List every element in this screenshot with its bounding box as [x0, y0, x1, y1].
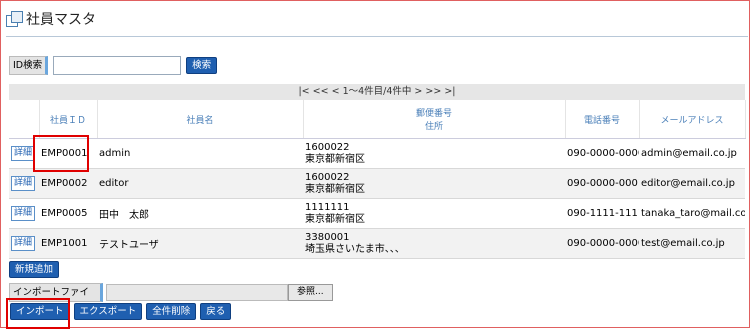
cell-zip-address: 1600022 東京都新宿区	[303, 138, 565, 169]
cell-employee-id: EMP0005	[39, 198, 97, 229]
cell-employee-id: EMP1001	[39, 228, 97, 259]
table-header-row: 社員ＩＤ 社員名 郵便番号 住所 電話番号 メールアドレス	[9, 100, 746, 139]
cell-zip-address: 3380001 埼玉県さいたま市、、、	[303, 228, 565, 259]
header-employee-name[interactable]: 社員名	[97, 100, 304, 139]
cell-email: tanaka_taro@mail.co.jp	[639, 198, 745, 229]
header-zip-address: 郵便番号 住所	[303, 100, 566, 139]
search-bar: ID検索 検索	[9, 56, 218, 75]
title-divider	[6, 36, 748, 37]
cell-email: admin@email.co.jp	[639, 138, 745, 169]
detail-button[interactable]: 詳細	[11, 176, 36, 191]
cell-zip-address: 1600022 東京都新宿区	[303, 168, 565, 199]
table-row: 詳細 EMP0002 editor 1600022 東京都新宿区 090-0000…	[9, 168, 745, 199]
detail-button[interactable]: 詳細	[11, 206, 36, 221]
header-phone[interactable]: 電話番号	[565, 100, 640, 139]
page-icon	[6, 11, 23, 27]
cell-address: 埼玉県さいたま市、、、	[305, 243, 405, 255]
pager[interactable]: |< << < 1～4件目/4件中 > >> >|	[9, 84, 745, 100]
header-employee-id[interactable]: 社員ＩＤ	[39, 100, 98, 139]
cell-employee-name: 田中 太郎	[97, 198, 303, 229]
cell-email: test@email.co.jp	[639, 228, 745, 259]
export-button[interactable]: エクスポート	[73, 303, 143, 320]
cell-employee-name: admin	[97, 138, 303, 169]
cell-email: editor@email.co.jp	[639, 168, 745, 199]
cell-employee-name: テストユーザ	[97, 228, 303, 259]
search-input[interactable]	[53, 56, 182, 75]
header-email[interactable]: メールアドレス	[639, 100, 746, 139]
new-button-wrap: 新規追加	[9, 261, 60, 278]
header-zip[interactable]: 郵便番号	[305, 106, 564, 119]
detail-button[interactable]: 詳細	[11, 236, 36, 251]
import-file-input[interactable]	[106, 284, 288, 301]
table-row: 詳細 EMP1001 テストユーザ 3380001 埼玉県さいたま市、、、 090…	[9, 228, 745, 259]
cell-zip: 1600022	[305, 141, 350, 153]
cell-address: 東京都新宿区	[305, 183, 365, 195]
page-header: 社員マスタ	[6, 8, 96, 30]
browse-button[interactable]: 参照...	[288, 284, 333, 301]
employee-table: 社員ＩＤ 社員名 郵便番号 住所 電話番号 メールアドレス 詳細 EMP0001…	[9, 100, 746, 259]
cell-zip-address: 1111111 東京都新宿区	[303, 198, 565, 229]
cell-address: 東京都新宿区	[305, 213, 365, 225]
cell-address: 東京都新宿区	[305, 153, 365, 165]
detail-button[interactable]: 詳細	[11, 146, 36, 161]
cell-phone: 090-0000-0000	[565, 228, 639, 259]
cell-phone: 090-0000-0001	[565, 168, 639, 199]
cell-zip: 1111111	[305, 201, 350, 213]
cell-phone: 090-1111-1111	[565, 198, 639, 229]
header-address[interactable]: 住所	[305, 119, 564, 132]
search-label: ID検索	[9, 56, 49, 75]
cell-employee-id: EMP0002	[39, 168, 97, 199]
page-title: 社員マスタ	[26, 12, 96, 28]
cell-zip: 3380001	[305, 231, 350, 243]
cell-employee-name: editor	[97, 168, 303, 199]
table-row: 詳細 EMP0001 admin 1600022 東京都新宿区 090-0000-…	[9, 138, 745, 169]
add-new-button[interactable]: 新規追加	[9, 261, 60, 278]
back-button[interactable]: 戻る	[200, 303, 232, 320]
search-button[interactable]: 検索	[186, 57, 218, 74]
delete-all-button[interactable]: 全件削除	[146, 303, 197, 320]
highlight-box-employee-id	[33, 135, 89, 172]
table-row: 詳細 EMP0005 田中 太郎 1111111 東京都新宿区 090-1111-…	[9, 198, 745, 229]
cell-phone: 090-0000-0000	[565, 138, 639, 169]
cell-zip: 1600022	[305, 171, 350, 183]
highlight-box-import	[6, 298, 70, 329]
header-detail	[9, 100, 40, 139]
